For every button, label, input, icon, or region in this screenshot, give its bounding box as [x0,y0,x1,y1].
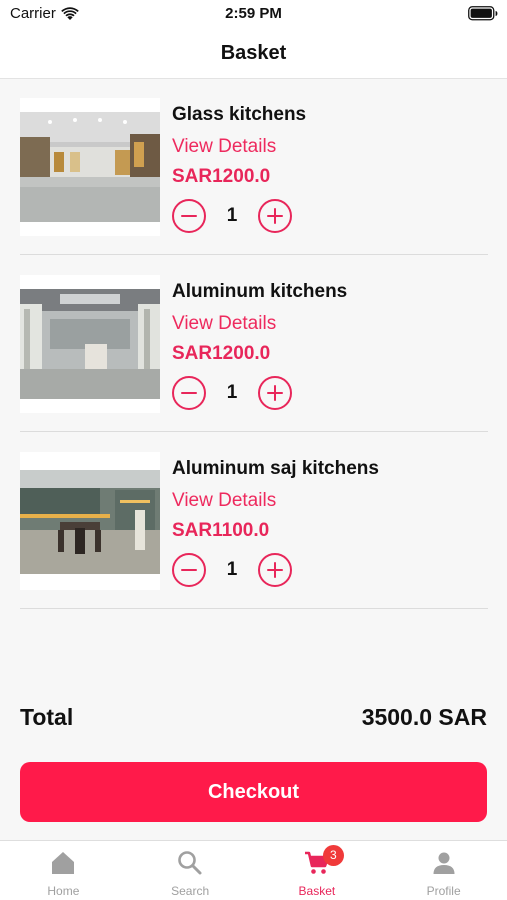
total-label: Total [20,704,74,730]
total-value: 3500.0 SAR [361,704,487,730]
quantity-stepper: 1 [172,553,296,589]
tab-profile[interactable]: Profile [380,841,507,900]
tab-label: Profile [426,884,461,898]
increase-quantity-button[interactable] [258,199,292,233]
status-bar: Carrier 2:59 PM [0,0,507,28]
increase-quantity-button[interactable] [258,376,292,410]
quantity-value: 1 [226,205,238,226]
person-icon [433,852,455,874]
decrease-quantity-button[interactable] [172,553,206,587]
basket-item: Aluminum saj kitchens View Details SAR11… [20,452,488,609]
item-thumbnail-aluminum-saj-kitchen [20,452,160,590]
basket-item: Aluminum kitchens View Details SAR1200.0… [20,275,488,432]
tab-bar: Home Search 3 Basket Profile [0,840,507,900]
tab-home[interactable]: Home [0,841,127,900]
checkout-button[interactable]: Checkout [20,762,487,822]
page-title: Basket [220,41,287,64]
quantity-stepper: 1 [172,376,296,412]
search-icon [178,851,202,875]
quantity-value: 1 [226,382,238,403]
quantity-value: 1 [226,559,238,580]
decrease-quantity-button[interactable] [172,376,206,410]
basket-screen: Carrier 2:59 PM Basket Glass kitchens Vi… [0,0,507,900]
home-icon [52,852,75,874]
item-price: SAR1200.0 [172,166,271,187]
tab-basket[interactable]: 3 Basket [254,841,381,900]
increase-quantity-button[interactable] [258,553,292,587]
tab-label: Basket [298,884,336,898]
view-details-link[interactable]: View Details [172,313,276,335]
item-name: Aluminum saj kitchens [172,458,379,479]
view-details-link[interactable]: View Details [172,490,276,512]
tab-search[interactable]: Search [127,841,254,900]
status-time: 2:59 PM [225,5,282,22]
item-name: Aluminum kitchens [172,281,348,302]
item-thumbnail-glass-kitchen [20,98,160,236]
tab-label: Search [171,884,210,898]
item-name: Glass kitchens [172,104,307,125]
item-thumbnail-aluminum-kitchen [20,275,160,413]
item-price: SAR1200.0 [172,343,271,364]
quantity-stepper: 1 [172,199,296,235]
item-price: SAR1100.0 [172,520,270,541]
decrease-quantity-button[interactable] [172,199,206,233]
cart-count-badge: 3 [322,845,344,866]
nav-header: Basket [0,28,507,79]
tab-label: Home [47,884,80,898]
view-details-link[interactable]: View Details [172,136,276,158]
basket-item: Glass kitchens View Details SAR1200.0 1 [20,98,488,255]
battery-icon [468,6,498,21]
